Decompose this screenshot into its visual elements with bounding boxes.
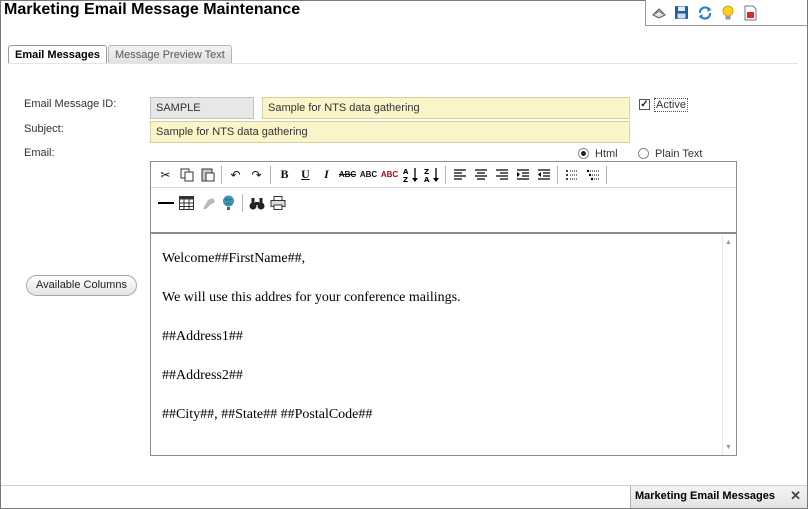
copy-icon[interactable]: [176, 165, 197, 185]
format-html-label: Html: [595, 148, 618, 160]
page-title: Marketing Email Message Maintenance: [4, 1, 301, 18]
toolbar-separator: [270, 165, 271, 184]
align-right-icon[interactable]: [491, 165, 512, 185]
strikethrough-icon[interactable]: ABC: [337, 165, 358, 185]
available-columns-button[interactable]: Available Columns: [26, 275, 137, 296]
toolbar-divider: [151, 232, 736, 234]
scroll-up-icon[interactable]: ▲: [725, 239, 732, 246]
tips-lightbulb-icon[interactable]: [719, 4, 736, 21]
svg-text:Z: Z: [424, 168, 429, 176]
superscript-icon[interactable]: ABC: [379, 165, 400, 185]
toolbar-separator: [606, 165, 607, 184]
sort-descending-icon[interactable]: ZA: [421, 165, 442, 185]
horizontal-rule-icon[interactable]: [155, 193, 176, 213]
align-center-icon[interactable]: [470, 165, 491, 185]
redo-icon[interactable]: ↷: [246, 165, 267, 185]
content-line: ##Address1##: [162, 329, 243, 344]
email-editor: ✂ ↶ ↷ B U I ABC ABC ABC AZ ZA Welcome##F…: [150, 161, 737, 456]
underline-icon[interactable]: U: [295, 165, 316, 185]
save-icon[interactable]: [673, 4, 690, 21]
editor-vertical-scrollbar[interactable]: ▲ ▼: [722, 235, 736, 455]
active-checkbox[interactable]: ✓: [639, 99, 650, 110]
indent-icon[interactable]: [512, 165, 533, 185]
scroll-down-icon[interactable]: ▼: [725, 444, 732, 451]
description-input[interactable]: Sample for NTS data gathering: [262, 97, 630, 119]
content-line: ##Address2##: [162, 368, 243, 383]
message-id-label: Email Message ID:: [24, 98, 117, 110]
tab-strip: Email Messages Message Preview Text: [8, 45, 232, 64]
content-line: We will use this addres for your confere…: [162, 290, 461, 305]
content-line: Welcome##FirstName##,: [162, 251, 306, 266]
email-label: Email:: [24, 147, 55, 159]
hyperlink-icon[interactable]: [218, 193, 239, 213]
align-left-icon[interactable]: [449, 165, 470, 185]
italic-icon[interactable]: I: [316, 165, 337, 185]
paste-icon[interactable]: [197, 165, 218, 185]
tab-email-messages[interactable]: Email Messages: [8, 45, 107, 64]
toolbar-separator: [242, 194, 243, 212]
format-plain-text-radio[interactable]: [638, 148, 649, 159]
subscript-icon[interactable]: ABC: [358, 165, 379, 185]
toolbar-separator: [221, 165, 222, 184]
unordered-list-icon[interactable]: [582, 165, 603, 185]
editor-toolbar-row-1: ✂ ↶ ↷ B U I ABC ABC ABC AZ ZA: [151, 162, 736, 188]
active-label: Active: [654, 98, 688, 112]
editor-toolbar-row-2: [151, 190, 736, 216]
bold-icon[interactable]: B: [274, 165, 295, 185]
find-binoculars-icon[interactable]: [246, 193, 267, 213]
svg-text:A: A: [424, 176, 430, 183]
outdent-icon[interactable]: [533, 165, 554, 185]
tab-divider: [8, 63, 798, 64]
tab-message-preview-text[interactable]: Message Preview Text: [108, 45, 232, 64]
sort-ascending-icon[interactable]: AZ: [400, 165, 421, 185]
cut-icon[interactable]: ✂: [155, 165, 176, 185]
ordered-list-icon[interactable]: [561, 165, 582, 185]
refresh-icon[interactable]: [696, 4, 713, 21]
toolbar-separator: [445, 165, 446, 184]
format-html-radio[interactable]: [578, 148, 589, 159]
print-icon[interactable]: [267, 193, 288, 213]
message-id-field: SAMPLE: [150, 97, 254, 119]
bottom-tab-label: Marketing Email Messages: [635, 490, 776, 502]
undo-icon[interactable]: ↶: [225, 165, 246, 185]
subject-label: Subject:: [24, 123, 64, 135]
image-icon[interactable]: [197, 193, 218, 213]
svg-text:Z: Z: [403, 176, 408, 183]
toolbar-separator: [557, 165, 558, 184]
editor-content-area[interactable]: Welcome##FirstName##, We will use this a…: [152, 235, 722, 455]
bottom-tab-marketing-email-messages[interactable]: Marketing Email Messages ✕: [630, 486, 807, 508]
svg-text:A: A: [403, 168, 409, 176]
table-icon[interactable]: [176, 193, 197, 213]
view-icon[interactable]: [650, 4, 667, 21]
subject-input[interactable]: Sample for NTS data gathering: [150, 121, 630, 143]
content-line: ##City##, ##State## ##PostalCode##: [162, 407, 373, 422]
close-icon[interactable]: ✕: [790, 486, 801, 506]
page-toolbar: [645, 0, 807, 26]
format-plain-text-label: Plain Text: [655, 148, 703, 160]
pdf-report-icon[interactable]: [742, 4, 759, 21]
